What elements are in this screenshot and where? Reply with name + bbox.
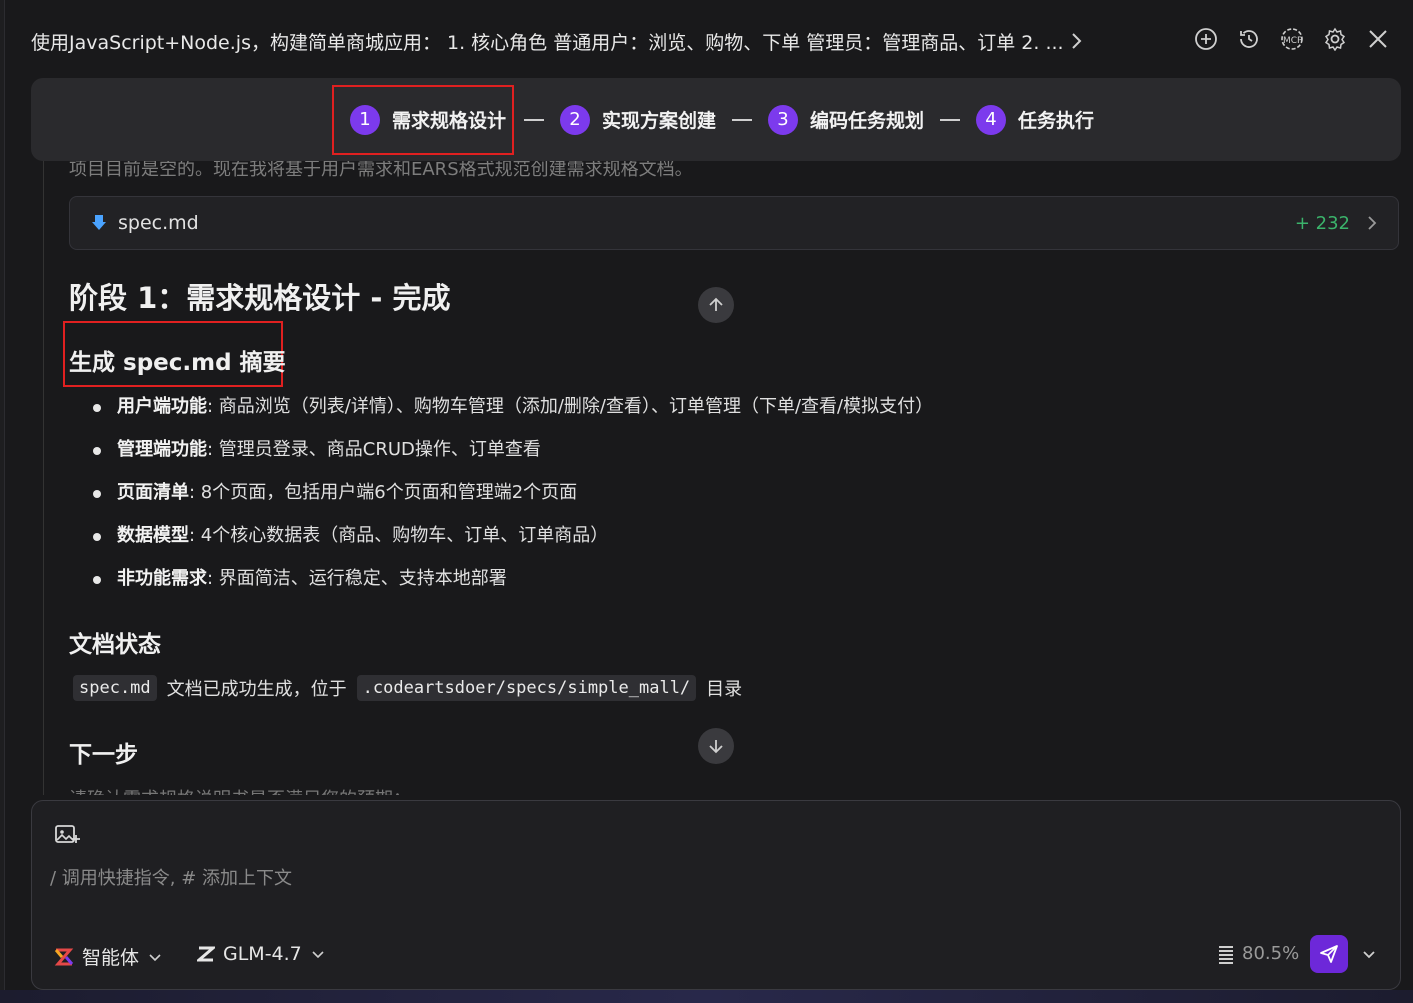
step-number: 3 <box>768 104 798 135</box>
step-design[interactable]: 2 实现方案创建 <box>554 104 722 135</box>
item-key: 用户端功能 <box>117 396 207 417</box>
svg-text:MCP: MCP <box>1283 36 1303 46</box>
item-text: : 界面简洁、运行稳定、支持本地部署 <box>207 568 507 589</box>
item-key: 页面清单 <box>117 482 189 503</box>
summary-list: 用户端功能: 商品浏览（列表/详情）、购物车管理（添加/删除/查看）、订单管理（… <box>93 392 933 607</box>
item-key: 数据模型 <box>117 525 189 546</box>
inline-code: .codeartsdoer/specs/simple_mall/ <box>356 675 697 701</box>
file-card[interactable]: spec.md + 232 <box>69 196 1399 250</box>
step-execute[interactable]: 4 任务执行 <box>970 104 1100 135</box>
step-requirements[interactable]: 1 需求规格设计 <box>331 84 514 155</box>
chat-title[interactable]: 使用JavaScript+Node.js，构建简单商城应用： 1. 核心角色 普… <box>31 28 1071 55</box>
chevron-down-icon <box>312 951 324 959</box>
image-upload-icon[interactable] <box>54 823 80 847</box>
status-text: 目录 <box>706 679 743 700</box>
status-text: 文档已成功生成，位于 <box>166 679 347 700</box>
chevron-down-icon[interactable] <box>1360 945 1378 963</box>
context-percent: 80.5% <box>1242 943 1300 964</box>
diff-count: + 232 <box>1294 212 1350 234</box>
scroll-up-button[interactable] <box>698 287 734 323</box>
divider <box>43 155 44 795</box>
summary-title: 生成 spec.md 摘要 <box>69 350 286 376</box>
inline-code: spec.md <box>73 675 157 701</box>
header: 使用JavaScript+Node.js，构建简单商城应用： 1. 核心角色 普… <box>5 0 1413 80</box>
send-icon <box>1320 945 1338 963</box>
list-item: 数据模型: 4个核心数据表（商品、购物车、订单、订单商品） <box>93 521 933 564</box>
model-selector[interactable]: GLM-4.7 <box>197 943 326 965</box>
arrow-up-icon <box>709 297 723 311</box>
truncated-text: 请确认需求规格说明书是否满足您的预期： <box>69 785 411 795</box>
agent-selector[interactable]: 智能体 <box>54 943 163 970</box>
history-icon[interactable] <box>1236 26 1262 52</box>
chevron-right-icon <box>1368 216 1377 230</box>
step-separator <box>732 118 752 121</box>
arrow-down-icon <box>709 740 723 754</box>
file-name: spec.md <box>118 212 199 234</box>
agent-logo-icon <box>54 948 74 965</box>
zhipu-logo-icon <box>197 946 215 962</box>
list-item: 非功能需求: 界面简洁、运行稳定、支持本地部署 <box>93 564 933 607</box>
close-icon[interactable] <box>1365 26 1391 52</box>
item-text: : 4个核心数据表（商品、购物车、订单、订单商品） <box>189 525 609 546</box>
step-number: 2 <box>559 104 590 135</box>
chat-window: 使用JavaScript+Node.js，构建简单商城应用： 1. 核心角色 普… <box>4 0 1413 1003</box>
step-label: 任务执行 <box>1018 110 1095 132</box>
agent-label: 智能体 <box>82 947 140 969</box>
item-key: 管理端功能 <box>117 439 207 460</box>
next-step-title: 下一步 <box>69 742 138 768</box>
step-label: 需求规格设计 <box>391 110 506 132</box>
input-placeholder: / 调用快捷指令, # 添加上下文 <box>50 868 293 889</box>
file-download-icon <box>92 215 106 230</box>
mcp-icon[interactable]: MCP <box>1279 26 1305 52</box>
add-chat-icon[interactable] <box>1193 26 1219 52</box>
status-line: spec.md 文档已成功生成，位于 .codeartsdoer/specs/s… <box>73 675 742 701</box>
item-text: : 商品浏览（列表/详情）、购物车管理（添加/删除/查看）、订单管理（下单/查看… <box>207 396 934 417</box>
step-tasks[interactable]: 3 编码任务规划 <box>762 104 930 135</box>
send-button[interactable] <box>1310 935 1348 973</box>
status-title: 文档状态 <box>69 632 161 658</box>
context-bars-icon <box>1219 945 1233 964</box>
item-text: : 8个页面，包括用户端6个页面和管理端2个页面 <box>189 482 578 503</box>
list-item: 页面清单: 8个页面，包括用户端6个页面和管理端2个页面 <box>93 478 933 521</box>
workflow-steps: 1 需求规格设计 2 实现方案创建 3 编码任务规划 4 任务执行 <box>31 78 1401 161</box>
list-item: 管理端功能: 管理员登录、商品CRUD操作、订单查看 <box>93 435 933 478</box>
step-number: 4 <box>976 104 1007 135</box>
model-label: GLM-4.7 <box>223 943 302 965</box>
item-text: : 管理员登录、商品CRUD操作、订单查看 <box>207 439 541 460</box>
scroll-down-button[interactable] <box>698 728 734 764</box>
step-number: 1 <box>349 104 380 135</box>
section-title: 阶段 1：需求规格设计 - 完成 <box>69 281 451 315</box>
list-item: 用户端功能: 商品浏览（列表/详情）、购物车管理（添加/删除/查看）、订单管理（… <box>93 392 933 435</box>
step-label: 实现方案创建 <box>601 110 716 132</box>
chevron-right-icon[interactable] <box>1068 28 1086 54</box>
chat-input[interactable]: / 调用快捷指令, # 添加上下文 智能体 GLM-4.7 80.5% <box>31 800 1401 990</box>
step-label: 编码任务规划 <box>810 110 925 132</box>
message-content: 项目目前是空的。现在我将基于用户需求和EARS格式规范创建需求规格文档。 spe… <box>43 155 1403 795</box>
item-key: 非功能需求 <box>117 568 207 589</box>
step-separator <box>523 118 544 121</box>
bottom-strip <box>0 990 1413 1003</box>
settings-icon[interactable] <box>1322 26 1348 52</box>
context-usage: 80.5% <box>1218 943 1299 964</box>
step-separator <box>940 118 961 121</box>
chevron-down-icon <box>149 953 161 961</box>
